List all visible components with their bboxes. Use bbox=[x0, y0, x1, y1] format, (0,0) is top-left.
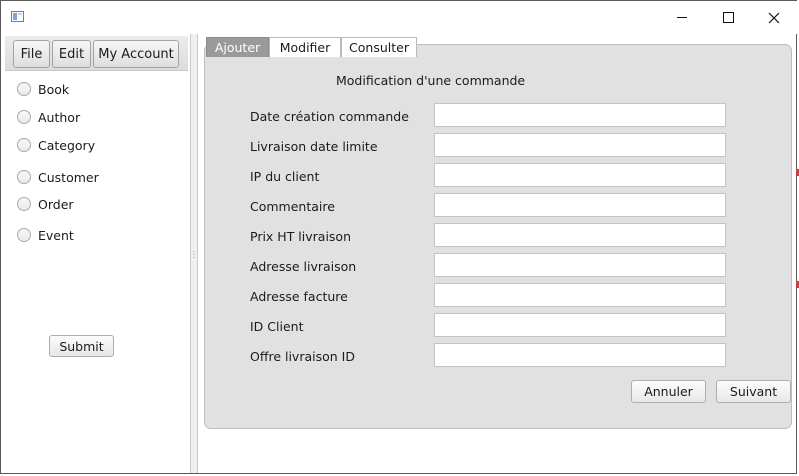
field-label-ip-client: IP du client bbox=[250, 169, 320, 184]
left-pane: File Edit My Account Book Author Categor… bbox=[1, 34, 190, 473]
my-account-menu-button[interactable]: My Account bbox=[93, 40, 179, 68]
tab-modifier[interactable]: Modifier bbox=[269, 37, 341, 57]
livraison-date-limite-input[interactable] bbox=[434, 133, 726, 157]
maximize-button[interactable] bbox=[705, 1, 751, 34]
radio-option-author[interactable]: Author bbox=[17, 108, 80, 126]
radio-button[interactable] bbox=[17, 197, 31, 211]
radio-button[interactable] bbox=[17, 170, 31, 184]
field-label-prix-ht-livraison: Prix HT livraison bbox=[250, 229, 352, 244]
date-creation-input[interactable] bbox=[434, 103, 726, 127]
field-label-adresse-facture: Adresse facture bbox=[250, 289, 348, 304]
application-window: File Edit My Account Book Author Categor… bbox=[0, 0, 799, 474]
adresse-livraison-input[interactable] bbox=[434, 253, 726, 277]
minimize-icon bbox=[677, 17, 687, 18]
close-icon bbox=[768, 12, 780, 23]
close-button[interactable] bbox=[751, 1, 797, 34]
commentaire-input[interactable] bbox=[434, 193, 726, 217]
radio-label: Customer bbox=[38, 169, 99, 185]
radio-option-book[interactable]: Book bbox=[17, 80, 69, 98]
cancel-button[interactable]: Annuler bbox=[631, 380, 706, 403]
file-menu-button[interactable]: File bbox=[13, 40, 50, 68]
app-window-icon bbox=[11, 11, 24, 22]
minimize-button[interactable] bbox=[659, 1, 705, 34]
offre-livraison-id-input[interactable] bbox=[434, 343, 726, 367]
radio-label: Author bbox=[38, 109, 81, 125]
adresse-facture-input[interactable] bbox=[434, 283, 726, 307]
field-label-livraison-date-limite: Livraison date limite bbox=[250, 139, 378, 154]
next-button[interactable]: Suivant bbox=[716, 380, 791, 403]
field-label-date-creation: Date création commande bbox=[250, 109, 409, 124]
radio-label: Order bbox=[38, 196, 74, 212]
radio-button[interactable] bbox=[17, 110, 31, 124]
prix-ht-livraison-input[interactable] bbox=[434, 223, 726, 247]
radio-option-event[interactable]: Event bbox=[17, 226, 74, 244]
radio-option-category[interactable]: Category bbox=[17, 136, 95, 154]
submit-button[interactable]: Submit bbox=[49, 335, 114, 357]
radio-button[interactable] bbox=[17, 228, 31, 242]
radio-option-order[interactable]: Order bbox=[17, 195, 74, 213]
maximize-icon bbox=[722, 12, 734, 23]
radio-button[interactable] bbox=[17, 138, 31, 152]
field-label-id-client: ID Client bbox=[250, 319, 304, 334]
edit-menu-button[interactable]: Edit bbox=[52, 40, 91, 68]
form-title: Modification d'une commande bbox=[336, 73, 526, 88]
radio-label: Category bbox=[38, 137, 96, 153]
tab-ajouter[interactable]: Ajouter bbox=[206, 37, 269, 57]
field-label-commentaire: Commentaire bbox=[250, 199, 335, 214]
ip-client-input[interactable] bbox=[434, 163, 726, 187]
tab-consulter[interactable]: Consulter bbox=[341, 37, 417, 57]
splitter-grip-icon bbox=[193, 250, 195, 258]
title-bar bbox=[1, 1, 798, 34]
radio-label: Event bbox=[38, 227, 74, 243]
pane-splitter[interactable] bbox=[190, 34, 198, 473]
radio-option-customer[interactable]: Customer bbox=[17, 168, 99, 186]
field-label-offre-livraison-id: Offre livraison ID bbox=[250, 349, 355, 364]
id-client-input[interactable] bbox=[434, 313, 726, 337]
radio-button[interactable] bbox=[17, 82, 31, 96]
menu-bar: File Edit My Account bbox=[5, 36, 188, 71]
radio-label: Book bbox=[38, 81, 70, 97]
field-label-adresse-livraison: Adresse livraison bbox=[250, 259, 357, 274]
